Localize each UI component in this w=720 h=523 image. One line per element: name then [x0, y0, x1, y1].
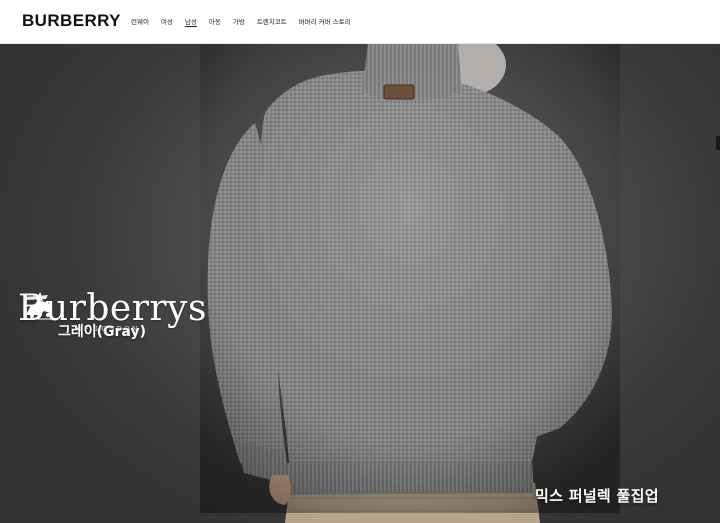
nav-item-cover-story[interactable]: 버버리 커버 스토리 [299, 17, 351, 27]
top-navigation-bar: BURBERRY 런웨이 여성 남성 아동 가방 트렌치코트 버버리 커버 스토… [0, 0, 720, 44]
main-nav: 런웨이 여성 남성 아동 가방 트렌치코트 버버리 커버 스토리 [131, 17, 363, 27]
nav-item-bags[interactable]: 가방 [233, 17, 245, 27]
burberry-logo[interactable]: BURBERRY [22, 11, 121, 31]
nav-item-children[interactable]: 아동 [209, 17, 221, 27]
nav-item-trench-coat[interactable]: 트렌치코트 [257, 17, 287, 27]
equestrian-knight-icon [22, 292, 56, 320]
color-option-label: 그레이(Gray) [58, 324, 146, 340]
edge-marker [716, 136, 720, 150]
nav-item-women[interactable]: 여성 [161, 17, 173, 27]
product-name: 믹스 퍼널렉 풀집업 [535, 487, 659, 505]
nav-item-men[interactable]: 남성 [185, 17, 197, 27]
nav-item-runway[interactable]: 런웨이 [131, 17, 149, 27]
hero-product-image: Burberrys OF LONDON 그레이(Gray) 믹스 퍼널렉 풀집업 [0, 43, 720, 523]
sweater-illustration [200, 43, 620, 523]
